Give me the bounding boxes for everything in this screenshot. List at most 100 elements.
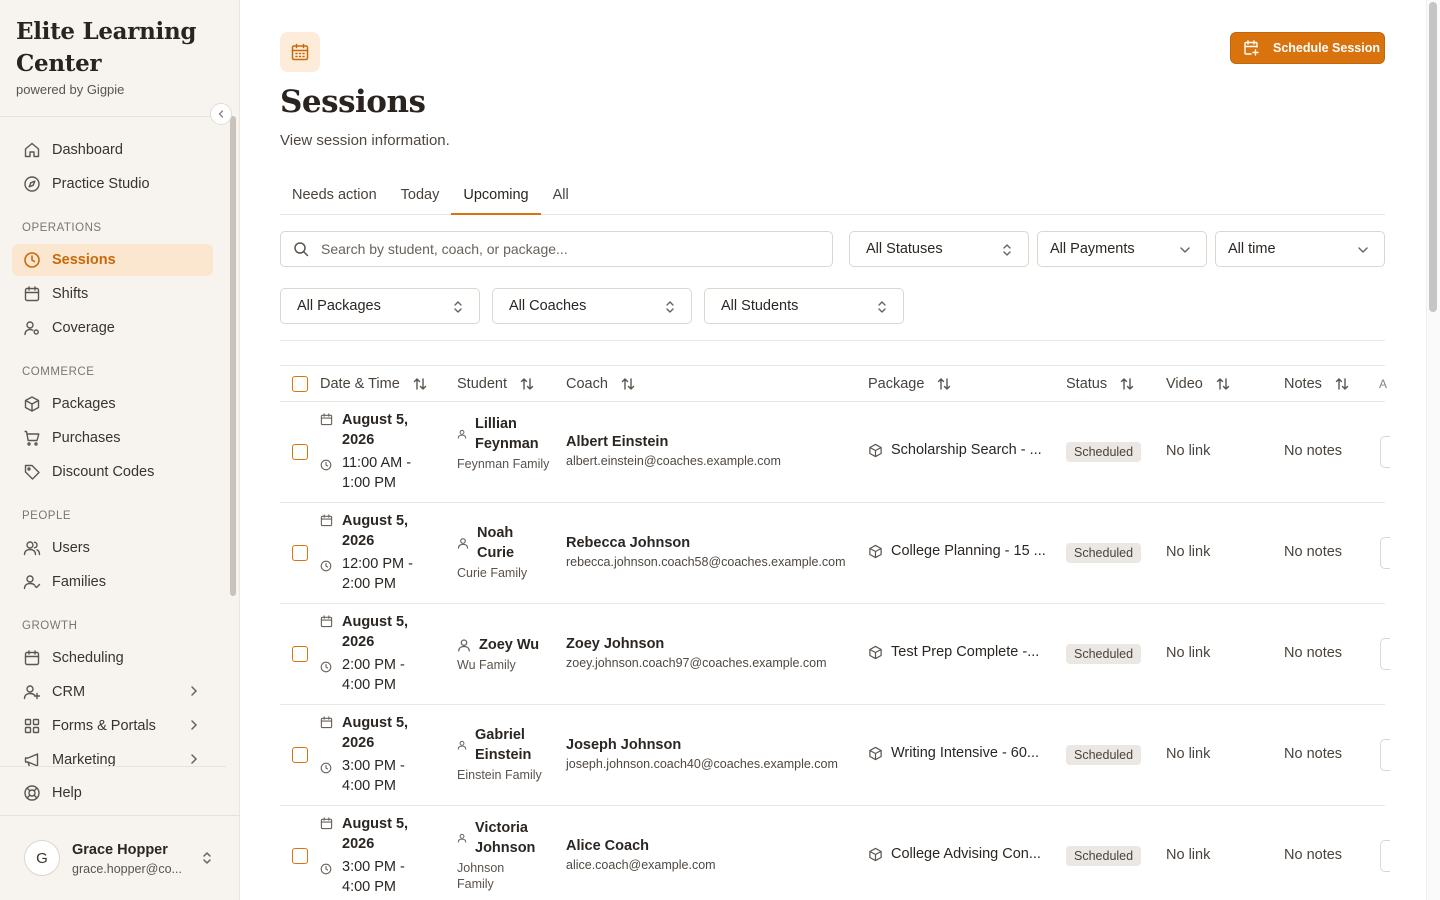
column-notes[interactable]: Notes — [1284, 366, 1350, 402]
row-checkbox[interactable] — [292, 747, 308, 763]
coach-name: Joseph Johnson — [566, 737, 682, 753]
column-status[interactable]: Status — [1066, 366, 1135, 402]
row-checkbox[interactable] — [292, 646, 308, 662]
sidebar-item-label: CRM — [52, 684, 86, 700]
payments-filter[interactable]: All Payments — [1037, 231, 1207, 267]
tab-all[interactable]: All — [541, 178, 581, 215]
column-date-time[interactable]: Date & Time — [320, 366, 428, 402]
table-row[interactable]: August 5, 2026 11:00 AM - 1:00 PM Lillia… — [280, 402, 1390, 503]
status-badge: Scheduled — [1066, 644, 1142, 664]
sidebar-scrollbar[interactable] — [230, 116, 236, 596]
user-cog-icon — [22, 318, 42, 338]
tab-today[interactable]: Today — [389, 178, 452, 215]
sidebar-item-users[interactable]: Users — [12, 532, 213, 564]
row-action-button[interactable] — [1380, 436, 1390, 468]
sidebar-nav: Dashboard Practice Studio OPERATIONS Ses… — [12, 134, 213, 778]
coach-name: Alice Coach — [566, 838, 649, 854]
status-cell: Scheduled — [1066, 442, 1142, 462]
row-action-button[interactable] — [1380, 638, 1390, 670]
collapse-sidebar-button[interactable] — [210, 103, 232, 125]
chevrons-up-down-icon — [451, 299, 465, 315]
sidebar-item-packages[interactable]: Packages — [12, 388, 213, 420]
table-row[interactable]: August 5, 2026 3:00 PM - 4:00 PM Victori… — [280, 806, 1390, 900]
row-checkbox[interactable] — [292, 444, 308, 460]
row-action-button[interactable] — [1380, 739, 1390, 771]
row-action-button[interactable] — [1380, 537, 1390, 569]
clock-icon — [320, 762, 334, 774]
column-student[interactable]: Student — [457, 366, 535, 402]
package-name: Scholarship Search - ... — [891, 442, 1042, 458]
payments-filter-value: All Payments — [1050, 241, 1135, 257]
student-name: Gabriel Einstein — [475, 727, 532, 763]
sidebar-item-help[interactable]: Help — [12, 777, 214, 809]
user-icon — [457, 740, 467, 750]
package-cell: Writing Intensive - 60... — [868, 745, 1048, 761]
user-check-icon — [22, 572, 42, 592]
column-coach[interactable]: Coach — [566, 366, 636, 402]
table-row[interactable]: August 5, 2026 12:00 PM - 2:00 PM Noah C… — [280, 503, 1390, 604]
calendar-icon — [280, 32, 320, 72]
chevrons-up-down-icon[interactable] — [200, 850, 214, 871]
clock-icon — [320, 661, 334, 673]
column-video[interactable]: Video — [1166, 366, 1231, 402]
coach-name: Rebecca Johnson — [566, 535, 691, 551]
row-checkbox-cell — [292, 646, 308, 662]
sidebar-item-label: Help — [52, 785, 82, 801]
coach-cell: Rebecca Johnson rebecca.johnson.coach58@… — [566, 533, 856, 569]
students-filter[interactable]: All Students — [704, 288, 904, 324]
package-name: Writing Intensive - 60... — [891, 745, 1040, 761]
schedule-session-button[interactable]: Schedule Session — [1230, 32, 1385, 64]
sidebar-item-families[interactable]: Families — [12, 566, 213, 598]
sidebar-item-forms-portals[interactable]: Forms & Portals — [12, 710, 213, 742]
sort-icon — [620, 376, 636, 392]
sidebar-item-purchases[interactable]: Purchases — [12, 422, 213, 454]
row-action-button[interactable] — [1380, 840, 1390, 872]
search-input[interactable] — [321, 241, 801, 257]
sidebar-item-shifts[interactable]: Shifts — [12, 278, 213, 310]
coaches-filter[interactable]: All Coaches — [492, 288, 692, 324]
tab-upcoming[interactable]: Upcoming — [451, 178, 541, 215]
status-filter[interactable]: All Statuses — [849, 231, 1029, 267]
coach-cell: Zoey Johnson zoey.johnson.coach97@coache… — [566, 634, 856, 670]
table-row[interactable]: August 5, 2026 3:00 PM - 4:00 PM Gabriel… — [280, 705, 1390, 806]
table-row[interactable]: August 5, 2026 2:00 PM - 4:00 PM Zoey Wu… — [280, 604, 1390, 705]
sidebar-item-sessions[interactable]: Sessions — [12, 244, 213, 276]
student-cell: Noah Curie Curie Family — [457, 523, 552, 581]
user-email: grace.hopper@co... — [72, 862, 182, 876]
date-time-cell: August 5, 2026 3:00 PM - 4:00 PM — [320, 713, 440, 796]
row-checkbox[interactable] — [292, 545, 308, 561]
sidebar-item-practice-studio[interactable]: Practice Studio — [12, 168, 213, 200]
students-filter-value: All Students — [721, 298, 799, 314]
sidebar-item-label: Packages — [52, 396, 116, 412]
sidebar-item-dashboard[interactable]: Dashboard — [12, 134, 213, 166]
student-family: Johnson Family — [457, 861, 505, 891]
user-menu[interactable]: G Grace Hopper grace.hopper@co... — [0, 815, 240, 900]
sidebar: Elite Learning Center powered by Gigpie … — [0, 0, 240, 900]
sidebar-item-discount-codes[interactable]: Discount Codes — [12, 456, 213, 488]
sidebar-item-label: Dashboard — [52, 142, 123, 158]
status-cell: Scheduled — [1066, 644, 1142, 664]
sidebar-item-coverage[interactable]: Coverage — [12, 312, 213, 344]
row-checkbox[interactable] — [292, 848, 308, 864]
status-badge: Scheduled — [1066, 543, 1142, 563]
select-all-checkbox[interactable] — [292, 376, 308, 392]
student-cell: Gabriel Einstein Einstein Family — [457, 725, 552, 783]
sidebar-item-label: Users — [52, 540, 90, 556]
package-cell: Scholarship Search - ... — [868, 442, 1048, 458]
sidebar-item-crm[interactable]: CRM — [12, 676, 213, 708]
sidebar-item-scheduling[interactable]: Scheduling — [12, 642, 213, 674]
page-scrollbar[interactable] — [1429, 2, 1437, 312]
packages-filter[interactable]: All Packages — [280, 288, 480, 324]
status-badge: Scheduled — [1066, 442, 1142, 462]
clock-icon — [320, 459, 334, 471]
home-icon — [22, 140, 42, 160]
user-icon — [457, 537, 469, 549]
session-date: August 5, 2026 — [342, 715, 409, 751]
table-header: Date & Time Student Coach Package Status… — [280, 365, 1387, 402]
chevron-down-icon — [1356, 242, 1370, 258]
time-filter[interactable]: All time — [1215, 231, 1385, 267]
column-package[interactable]: Package — [868, 366, 952, 402]
package-name: College Planning - 15 ... — [891, 543, 1046, 559]
session-time: 2:00 PM - 4:00 PM — [342, 657, 405, 693]
tab-needs-action[interactable]: Needs action — [280, 178, 389, 215]
